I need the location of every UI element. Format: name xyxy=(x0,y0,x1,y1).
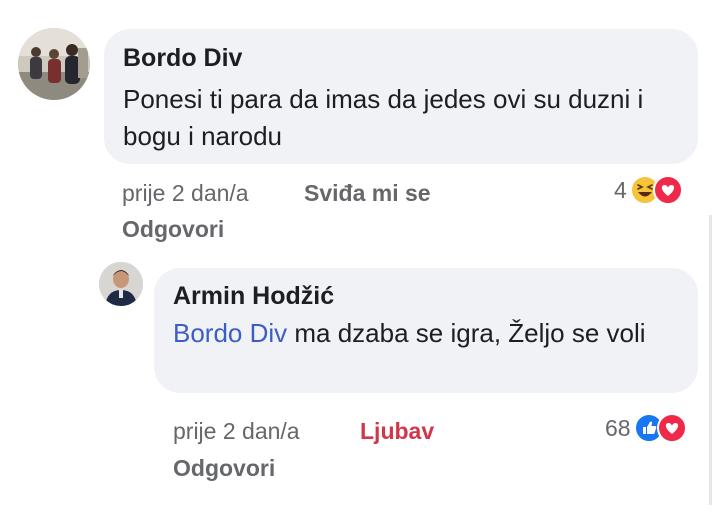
comment-author[interactable]: Armin Hodžić xyxy=(173,282,334,311)
comment-text-body: ma dzaba se igra, Željo se voli xyxy=(287,318,646,348)
comment-text: Ponesi ti para da imas da jedes ovi su d… xyxy=(123,84,644,151)
like-button[interactable]: Sviđa mi se xyxy=(304,180,431,207)
comment-timestamp[interactable]: prije 2 dan/a xyxy=(122,180,249,207)
thread-connector xyxy=(709,215,712,505)
avatar-photo xyxy=(18,28,90,100)
reaction-summary[interactable]: 4 xyxy=(614,175,683,205)
comment-timestamp[interactable]: prije 2 dan/a xyxy=(173,418,300,445)
reaction-count: 68 xyxy=(605,414,631,441)
mention-link[interactable]: Bordo Div xyxy=(173,318,287,348)
avatar-photo xyxy=(99,262,143,306)
reaction-summary[interactable]: 68 xyxy=(605,413,687,443)
avatar[interactable] xyxy=(18,28,90,100)
love-icon xyxy=(656,413,687,443)
love-icon xyxy=(652,175,683,205)
avatar[interactable] xyxy=(99,262,143,306)
love-reaction-button[interactable]: Ljubav xyxy=(360,418,434,445)
reply-button[interactable]: Odgovori xyxy=(122,216,224,243)
reply-button[interactable]: Odgovori xyxy=(173,455,275,482)
reaction-count: 4 xyxy=(614,176,627,203)
comment-author[interactable]: Bordo Div xyxy=(123,44,242,73)
comment-thread: Bordo Div Ponesi ti para da imas da jede… xyxy=(0,0,718,513)
comment-text: Bordo Div ma dzaba se igra, Željo se vol… xyxy=(173,315,673,352)
comment-bubble: Bordo Div Ponesi ti para da imas da jede… xyxy=(104,29,698,164)
reply-bubble: Armin Hodžić Bordo Div ma dzaba se igra,… xyxy=(154,268,698,393)
